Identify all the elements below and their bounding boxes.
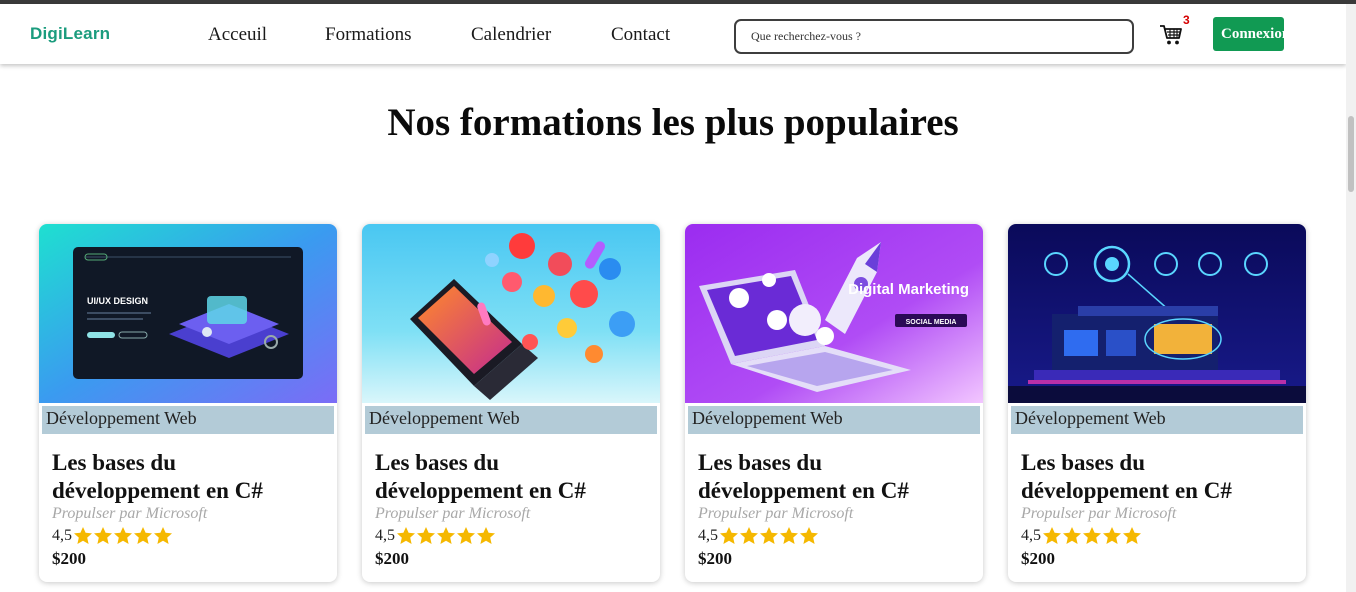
course-rating: 4,5	[1021, 526, 1142, 545]
course-rating: 4,5	[52, 526, 173, 545]
nav-link-acceuil[interactable]: Acceuil	[208, 24, 267, 46]
nav-link-formations[interactable]: Formations	[325, 24, 412, 46]
logo[interactable]: DigiLearn	[30, 24, 110, 44]
course-provider: Propulser par Microsoft	[698, 505, 854, 522]
social-media-badge-text: SOCIAL MEDIA	[906, 319, 957, 326]
rating-value: 4,5	[375, 526, 395, 544]
course-image-digital-marketing: Digital Marketing SOCIAL MEDIA	[685, 224, 983, 403]
scrollbar[interactable]	[1346, 4, 1356, 592]
course-title[interactable]: Les bases du développement en C#	[1021, 449, 1291, 505]
course-image-social-media	[362, 224, 660, 403]
rating-stars	[396, 526, 496, 545]
course-rating: 4,5	[698, 526, 819, 545]
star-icon	[397, 527, 415, 544]
star-icon	[1083, 527, 1101, 544]
course-category: Développement Web	[1011, 406, 1303, 434]
course-provider: Propulser par Microsoft	[1021, 505, 1177, 522]
course-price: $200	[375, 549, 409, 568]
course-rating: 4,5	[375, 526, 496, 545]
course-card[interactable]: UI/UX DESIGN Développement Web Les bases…	[39, 224, 337, 582]
course-price: $200	[1021, 549, 1055, 568]
star-icon	[114, 527, 132, 544]
search-input[interactable]	[734, 19, 1134, 54]
course-card[interactable]: Développement Web Les bases du développe…	[1008, 224, 1306, 582]
course-image-smart-home	[1008, 224, 1306, 403]
nav-link-calendrier[interactable]: Calendrier	[471, 24, 551, 46]
section-title: Nos formations les plus populaires	[387, 101, 959, 144]
logo-part-1: Digi	[30, 24, 63, 43]
star-icon	[720, 527, 738, 544]
navbar: DigiLearn Acceuil Formations Calendrier …	[0, 4, 1346, 64]
star-icon	[1123, 527, 1141, 544]
course-title[interactable]: Les bases du développement en C#	[698, 449, 968, 505]
star-icon	[457, 527, 475, 544]
course-category: Développement Web	[42, 406, 334, 434]
star-icon	[740, 527, 758, 544]
star-icon	[1043, 527, 1061, 544]
star-icon	[74, 527, 92, 544]
rating-stars	[719, 526, 819, 545]
course-price: $200	[52, 549, 86, 568]
logo-part-2: Learn	[62, 24, 111, 43]
login-button[interactable]: Connexion	[1213, 17, 1284, 51]
digital-marketing-text: Digital Marketing	[848, 281, 969, 298]
course-provider: Propulser par Microsoft	[375, 505, 531, 522]
star-icon	[1063, 527, 1081, 544]
course-provider: Propulser par Microsoft	[52, 505, 208, 522]
star-icon	[134, 527, 152, 544]
star-icon	[94, 527, 112, 544]
star-icon	[760, 527, 778, 544]
star-icon	[417, 527, 435, 544]
star-icon	[437, 527, 455, 544]
rating-stars	[73, 526, 173, 545]
star-icon	[780, 527, 798, 544]
course-category: Développement Web	[688, 406, 980, 434]
rating-value: 4,5	[52, 526, 72, 544]
star-icon	[800, 527, 818, 544]
nav-link-contact[interactable]: Contact	[611, 24, 670, 46]
rating-stars	[1042, 526, 1142, 545]
course-price: $200	[698, 549, 732, 568]
course-card[interactable]: Digital Marketing SOCIAL MEDIA Développe…	[685, 224, 983, 582]
rating-value: 4,5	[1021, 526, 1041, 544]
course-title[interactable]: Les bases du développement en C#	[52, 449, 322, 505]
cart-icon[interactable]	[1159, 24, 1183, 46]
ui-ux-design-text: UI/UX DESIGN	[87, 296, 148, 306]
star-icon	[477, 527, 495, 544]
rating-value: 4,5	[698, 526, 718, 544]
cart-count-badge: 3	[1183, 13, 1190, 27]
course-card[interactable]: Développement Web Les bases du développe…	[362, 224, 660, 582]
course-category: Développement Web	[365, 406, 657, 434]
star-icon	[154, 527, 172, 544]
star-icon	[1103, 527, 1121, 544]
course-title[interactable]: Les bases du développement en C#	[375, 449, 645, 505]
scrollbar-thumb[interactable]	[1348, 116, 1354, 192]
course-image-ui-ux: UI/UX DESIGN	[39, 224, 337, 403]
